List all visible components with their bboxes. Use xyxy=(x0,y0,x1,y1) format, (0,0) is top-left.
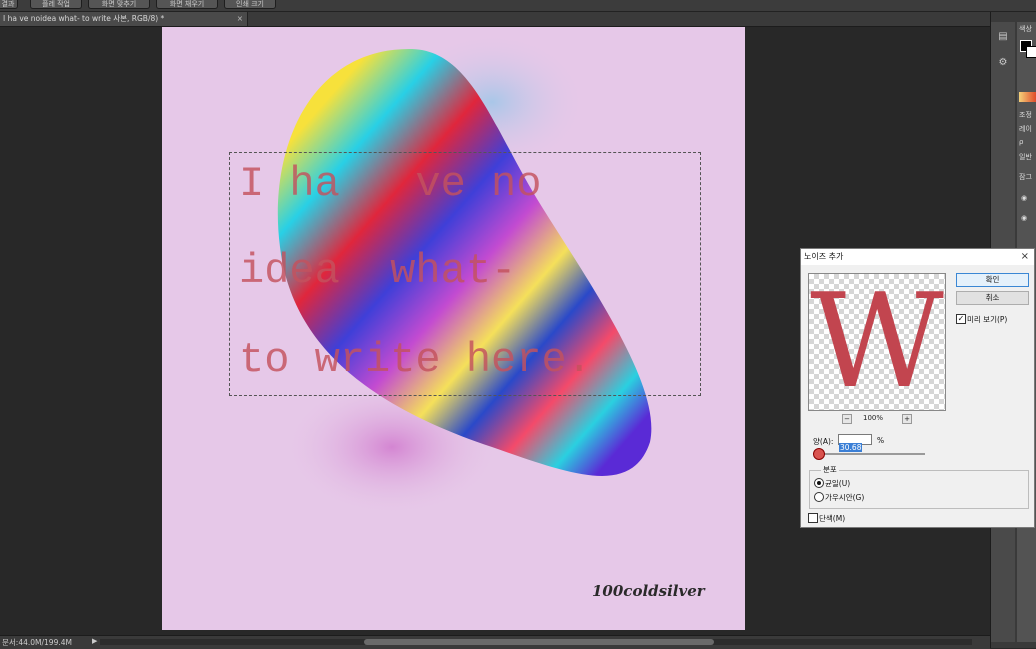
add-noise-dialog: 노이즈 추가 × W − 100% + 확인 취소 ✓ 미리 보기(P) 양(A… xyxy=(800,248,1035,528)
lock-label[interactable]: 잠그 xyxy=(1019,172,1032,182)
close-icon[interactable]: × xyxy=(1021,249,1029,265)
document-size-status: 문서:44.0M/199.4M xyxy=(2,638,72,647)
preview-zoom-controls: − 100% + xyxy=(808,413,946,424)
history-icon[interactable]: ▤ xyxy=(996,30,1010,44)
document-canvas[interactable]: I ha ve no idea what- to write here. 100… xyxy=(162,27,745,630)
amount-label: 양(A): xyxy=(813,437,834,446)
document-tab-title: I ha ve noidea what- to write 사본, RGB/8)… xyxy=(3,14,165,23)
amount-input[interactable]: 30.68 xyxy=(838,434,872,452)
fill-screen-button[interactable]: 화면 채우기 xyxy=(156,0,218,9)
filter-preview[interactable]: W xyxy=(808,273,946,411)
uniform-radio-label: 균일(U) xyxy=(825,479,851,488)
blend-mode-label[interactable]: 일반 xyxy=(1019,152,1032,162)
signature-text: 100coldsilver xyxy=(592,582,705,600)
visibility-eye-icon[interactable]: ◉ xyxy=(1021,194,1031,202)
distribution-group xyxy=(809,470,1029,509)
cancel-button[interactable]: 취소 xyxy=(956,291,1029,305)
distribution-label: 분포 xyxy=(821,464,839,475)
monochromatic-checkbox[interactable] xyxy=(808,513,818,523)
preview-glyph: W xyxy=(810,273,944,411)
document-tab-bar: I ha ve noidea what- to write 사본, RGB/8)… xyxy=(0,12,990,27)
fit-screen-button[interactable]: 화면 맞추기 xyxy=(88,0,150,9)
option-button-1[interactable]: 결과 xyxy=(0,0,18,9)
zoom-in-button[interactable]: + xyxy=(902,414,912,424)
canvas-text-line-3: to write here. xyxy=(239,336,592,384)
monochromatic-checkbox-label: 단색(M) xyxy=(819,514,846,523)
preview-checkbox[interactable]: ✓ xyxy=(956,314,966,324)
amount-unit: % xyxy=(877,436,885,445)
visibility-eye-icon[interactable]: ◉ xyxy=(1021,214,1031,222)
ok-button[interactable]: 확인 xyxy=(956,273,1029,287)
zoom-out-button[interactable]: − xyxy=(842,414,852,424)
dialog-title: 노이즈 추가 xyxy=(804,252,844,261)
uniform-radio[interactable] xyxy=(814,478,824,488)
adjustments-label[interactable]: 조정 xyxy=(1019,110,1032,120)
amount-value: 30.68 xyxy=(839,443,863,452)
preview-checkbox-label: 미리 보기(P) xyxy=(967,315,1008,324)
properties-icon[interactable]: ⚙ xyxy=(996,56,1010,70)
gaussian-radio-label: 가우시안(G) xyxy=(825,493,865,502)
print-size-button[interactable]: 인쇄 크기 xyxy=(224,0,276,9)
layer-filter-icon[interactable]: ρ xyxy=(1019,138,1023,146)
layers-label[interactable]: 레이 xyxy=(1019,124,1032,134)
status-bar: 문서:44.0M/199.4M ▶ xyxy=(0,635,990,649)
color-ramp[interactable] xyxy=(1019,92,1036,102)
canvas-text-line-2: idea what- xyxy=(239,247,517,295)
options-bar: 결과 플레 작업 화면 맞추기 화면 채우기 인쇄 크기 xyxy=(0,0,1036,12)
status-menu-arrow-icon[interactable]: ▶ xyxy=(92,637,97,645)
background-color-swatch[interactable] xyxy=(1026,46,1036,58)
amount-slider-track[interactable] xyxy=(815,453,925,455)
horizontal-scrollbar[interactable] xyxy=(100,639,972,645)
dialog-titlebar: 노이즈 추가 × xyxy=(801,249,1034,265)
gaussian-radio[interactable] xyxy=(814,492,824,502)
zoom-percent: 100% xyxy=(863,414,884,422)
scrollbar-thumb[interactable] xyxy=(364,639,714,645)
option-button-2[interactable]: 플레 작업 xyxy=(30,0,82,9)
document-tab[interactable]: I ha ve noidea what- to write 사본, RGB/8)… xyxy=(0,12,248,26)
color-panel-label: 색상 xyxy=(1019,25,1032,33)
close-tab-icon[interactable]: × xyxy=(237,12,243,26)
canvas-text-line-1: I ha ve no xyxy=(239,160,542,208)
amount-slider-handle[interactable] xyxy=(813,448,825,460)
